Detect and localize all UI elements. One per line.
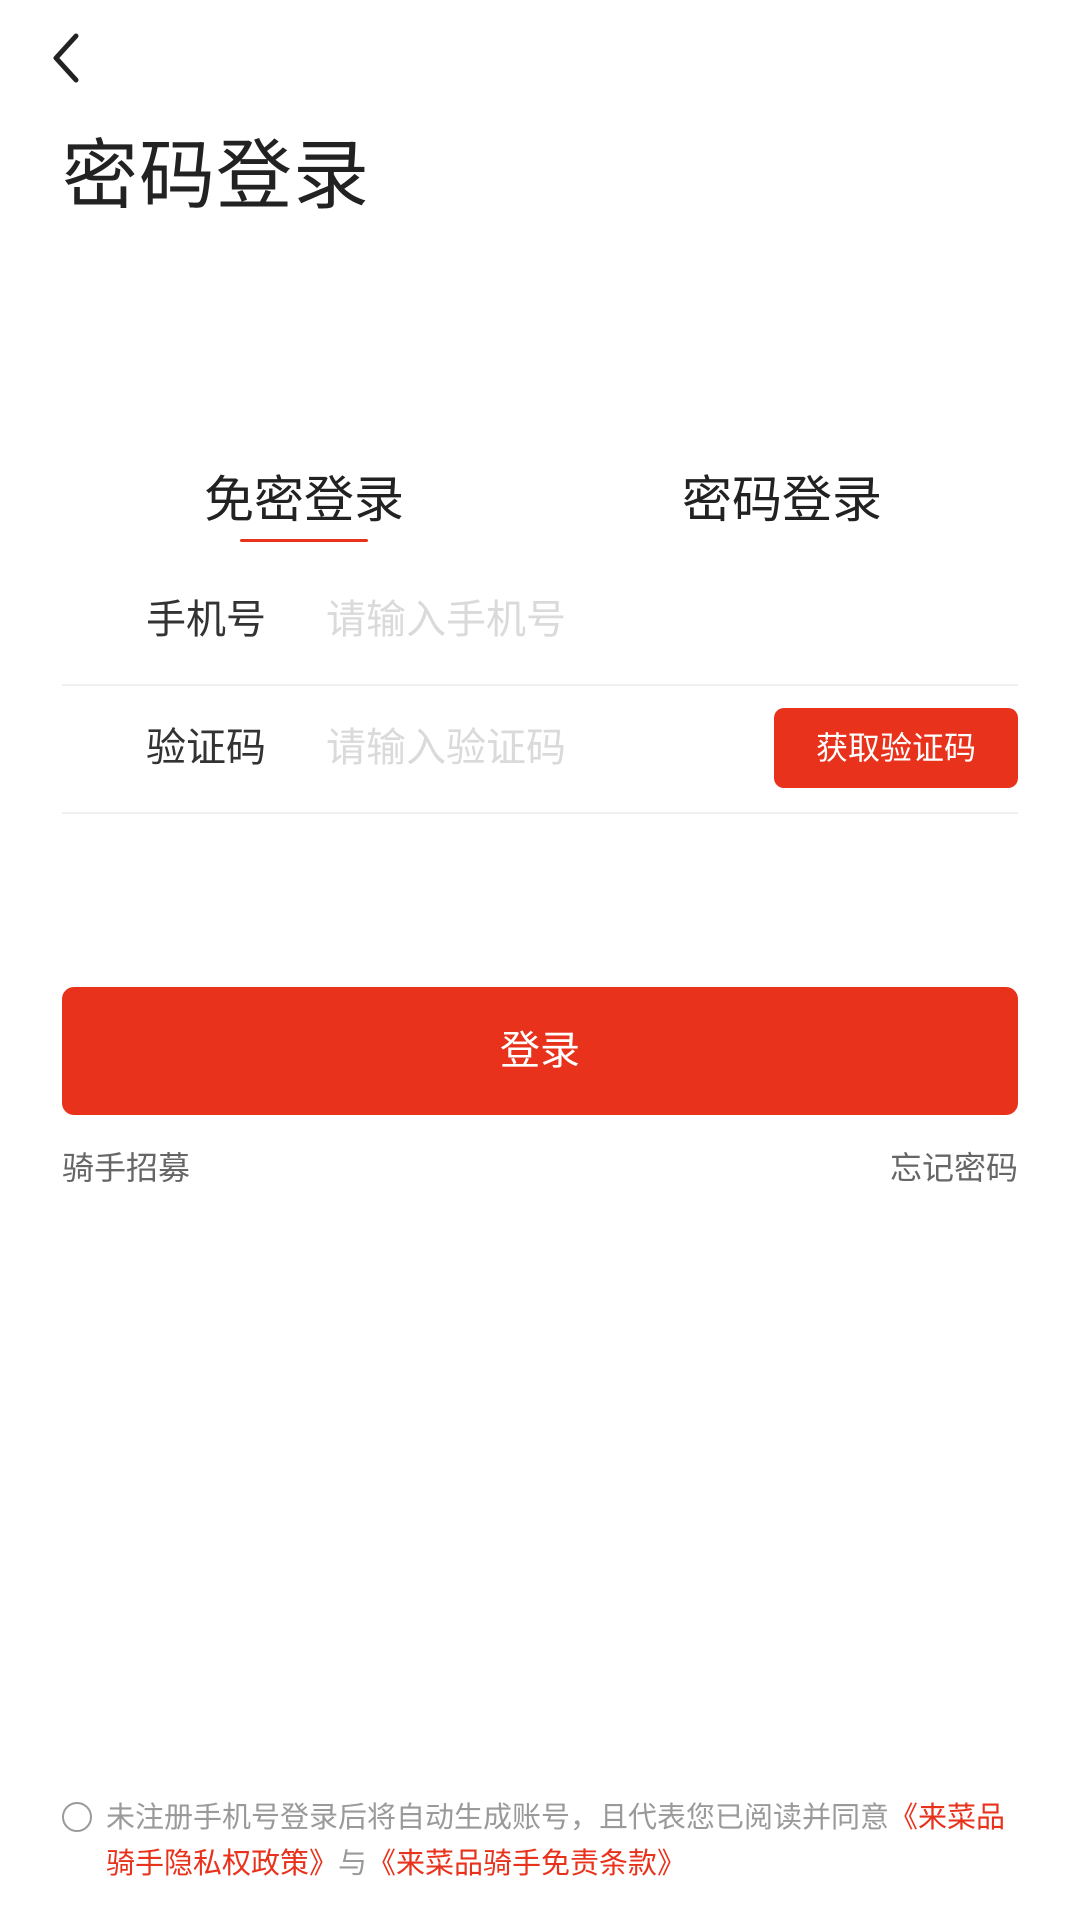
active-tab-indicator	[240, 539, 368, 542]
tab-passwordless-login[interactable]: 免密登录	[204, 465, 404, 545]
code-row: 验证码 获取验证码	[62, 686, 1018, 814]
get-code-button[interactable]: 获取验证码	[774, 708, 1018, 788]
terms-link[interactable]: 《来菜品骑手免责条款》	[367, 1846, 686, 1880]
login-page: 密码登录 免密登录 密码登录 手机号 验证码 获取验证码 登录 骑手招募 忘记密…	[0, 0, 1080, 1920]
code-input[interactable]	[326, 716, 746, 780]
agreement-radio[interactable]	[62, 1802, 92, 1832]
forgot-password-link[interactable]: 忘记密码	[890, 1146, 1018, 1190]
phone-label: 手机号	[146, 597, 266, 643]
back-button[interactable]	[34, 22, 98, 94]
phone-row: 手机号	[62, 558, 1018, 686]
tab-password-login[interactable]: 密码登录	[682, 465, 882, 545]
agreement-text-before: 未注册手机号登录后将自动生成账号，且代表您已阅读并同意	[106, 1800, 890, 1834]
agreement-joiner: 与	[338, 1846, 368, 1880]
chevron-left-icon	[53, 33, 79, 83]
agreement-text: 未注册手机号登录后将自动生成账号，且代表您已阅读并同意《来菜品骑手隐私权政策》与…	[106, 1794, 1018, 1886]
page-title: 密码登录	[62, 131, 370, 220]
phone-input[interactable]	[326, 588, 746, 652]
login-button[interactable]: 登录	[62, 987, 1018, 1115]
rider-recruit-link[interactable]: 骑手招募	[62, 1146, 190, 1190]
code-label: 验证码	[146, 725, 266, 771]
